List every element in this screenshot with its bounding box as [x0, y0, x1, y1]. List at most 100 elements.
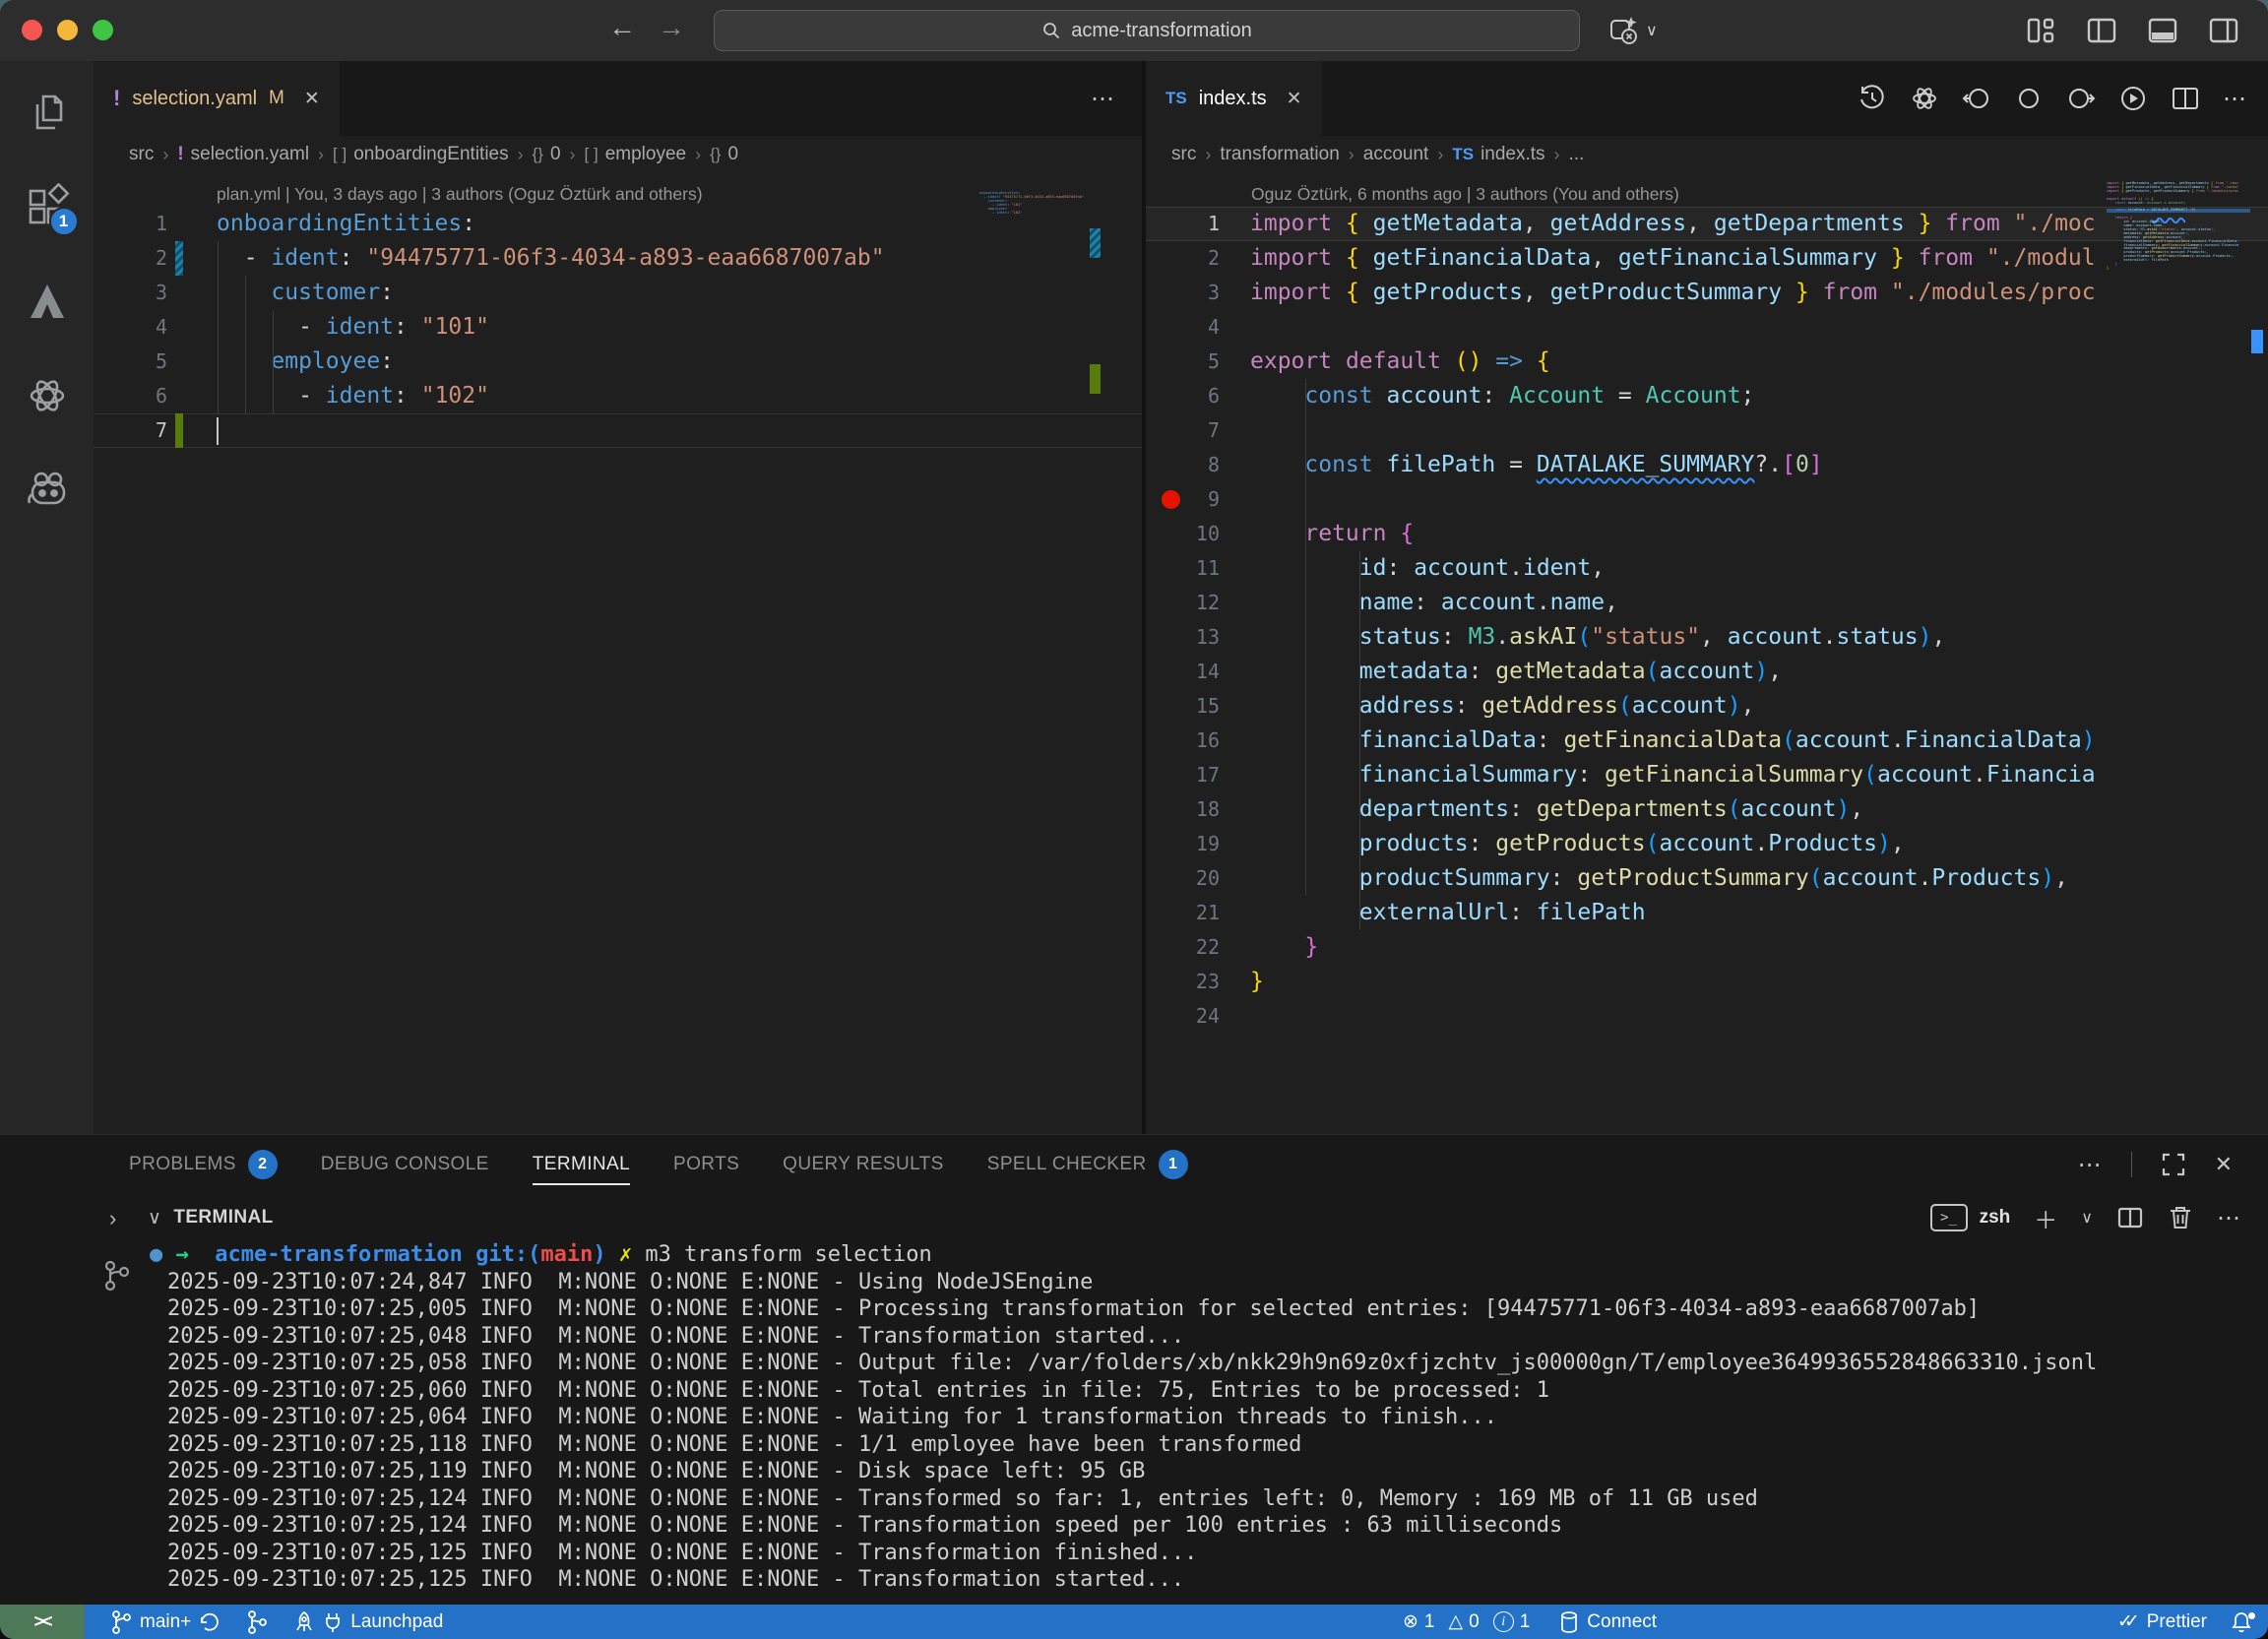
more-actions-icon[interactable]: ⋯: [1091, 85, 1116, 113]
breakpoint-icon[interactable]: [1162, 490, 1180, 509]
notifications-item[interactable]: [2231, 1610, 2252, 1634]
line-number[interactable]: 15: [1146, 689, 1220, 724]
new-terminal-icon[interactable]: ＋: [2034, 1201, 2057, 1235]
line-number[interactable]: 8: [1146, 448, 1220, 482]
panel-tab-problems[interactable]: PROBLEMS2: [129, 1135, 278, 1194]
line-number[interactable]: 7: [1146, 413, 1220, 448]
line-number[interactable]: 6: [94, 379, 167, 413]
line-number[interactable]: 4: [1146, 310, 1220, 345]
code-line[interactable]: 5export default () => {: [1146, 345, 2268, 379]
line-number[interactable]: 21: [1146, 896, 1220, 930]
panel-tab-query-results[interactable]: QUERY RESULTS: [783, 1135, 944, 1194]
breadcrumb-item[interactable]: {}0: [533, 144, 561, 165]
timeline-history-icon[interactable]: [1858, 84, 1887, 113]
panel-tab-spell-checker[interactable]: SPELL CHECKER1: [987, 1135, 1188, 1194]
code-line[interactable]: 7: [94, 413, 1142, 448]
toggle-panel-icon[interactable]: [2146, 14, 2179, 47]
line-number[interactable]: 6: [1146, 379, 1220, 413]
line-number[interactable]: 9: [1146, 482, 1220, 517]
close-panel-icon[interactable]: ✕: [2215, 1152, 2233, 1177]
line-number[interactable]: 14: [1146, 655, 1220, 689]
code-line[interactable]: 3 customer:: [94, 276, 1142, 310]
remote-indicator[interactable]: ><: [0, 1605, 85, 1639]
customize-layout-icon[interactable]: [2024, 14, 2057, 47]
close-tab-icon[interactable]: ✕: [1287, 88, 1302, 110]
step-back-icon[interactable]: [1962, 84, 1991, 113]
line-number[interactable]: 1: [94, 207, 167, 241]
formatter-item[interactable]: ✓✓ Prettier: [2117, 1610, 2207, 1633]
code-line[interactable]: 4: [1146, 310, 2268, 345]
panel-tab-debug-console[interactable]: DEBUG CONSOLE: [321, 1135, 489, 1194]
kill-terminal-icon[interactable]: [2168, 1204, 2193, 1231]
code-line[interactable]: 23}: [1146, 965, 2268, 999]
breadcrumb-item[interactable]: src: [129, 144, 154, 165]
minimap[interactable]: import { getMetadata, getAddress, getDep…: [2107, 182, 2250, 275]
navigate-forward-icon[interactable]: →: [658, 12, 685, 43]
code-line[interactable]: 4 - ident: "101": [94, 310, 1142, 345]
line-number[interactable]: 3: [1146, 276, 1220, 310]
breadcrumb-item[interactable]: src: [1171, 144, 1196, 165]
line-number[interactable]: 3: [94, 276, 167, 310]
more-actions-icon[interactable]: ⋯: [2223, 85, 2248, 113]
code-line[interactable]: 1import { getMetadata, getAddress, getDe…: [1146, 207, 2268, 241]
line-number[interactable]: 24: [1146, 999, 1220, 1034]
code-line[interactable]: 11 id: account.ident,: [1146, 551, 2268, 586]
breadcrumb-item[interactable]: ...: [1569, 144, 1585, 165]
minimap[interactable]: onboardingEntities: - ident: "94475771-0…: [979, 192, 1088, 219]
openai-icon[interactable]: [24, 372, 71, 419]
terminal-more-icon[interactable]: ⋯: [2217, 1204, 2242, 1232]
code-line[interactable]: 13 status: M3.askAI("status", account.st…: [1146, 620, 2268, 655]
terminal-output[interactable]: ● → acme-transformation git:(main) ✗ m3 …: [139, 1241, 2258, 1605]
copilot-menu[interactable]: ∨: [1606, 14, 1658, 47]
minimize-window-button[interactable]: [57, 20, 78, 40]
line-number[interactable]: 17: [1146, 758, 1220, 792]
line-number[interactable]: 20: [1146, 861, 1220, 896]
terminal-dropdown-icon[interactable]: ∨: [2081, 1208, 2093, 1228]
code-line[interactable]: 6 const account: Account = Account;: [1146, 379, 2268, 413]
split-terminal-icon[interactable]: [2116, 1204, 2144, 1231]
connect-item[interactable]: Connect: [1559, 1610, 1657, 1634]
line-number[interactable]: 2: [94, 241, 167, 276]
source-control-graph-item[interactable]: [246, 1609, 268, 1635]
close-tab-icon[interactable]: ✕: [304, 88, 320, 110]
code-line[interactable]: 10 return {: [1146, 517, 2268, 551]
breadcrumb-item[interactable]: [ ]employee: [585, 144, 687, 165]
line-number[interactable]: 22: [1146, 930, 1220, 965]
line-number[interactable]: 2: [1146, 241, 1220, 276]
ai-chat-icon[interactable]: [1910, 84, 1939, 113]
navigate-back-icon[interactable]: ←: [608, 12, 636, 43]
code-line[interactable]: 8 const filePath = DATALAKE_SUMMARY?.[0]: [1146, 448, 2268, 482]
line-number[interactable]: 11: [1146, 551, 1220, 586]
panel-more-actions-icon[interactable]: ⋯: [2078, 1151, 2104, 1179]
code-line[interactable]: 6 - ident: "102": [94, 379, 1142, 413]
breadcrumb-item[interactable]: [ ]onboardingEntities: [333, 144, 509, 165]
code-line[interactable]: 17 financialSummary: getFinancialSummary…: [1146, 758, 2268, 792]
code-line[interactable]: 15 address: getAddress(account),: [1146, 689, 2268, 724]
code-line[interactable]: 2 - ident: "94475771-06f3-4034-a893-eaa6…: [94, 241, 1142, 276]
breadcrumb-item[interactable]: transformation: [1220, 144, 1339, 165]
extensions-icon[interactable]: 1: [24, 183, 71, 230]
code-line[interactable]: 24: [1146, 999, 2268, 1034]
git-graph-icon[interactable]: [101, 1259, 131, 1292]
code-line[interactable]: 21 externalUrl: filePath: [1146, 896, 2268, 930]
codelens[interactable]: Oguz Öztürk, 6 months ago | 3 authors (Y…: [1146, 173, 2268, 207]
line-number[interactable]: 12: [1146, 586, 1220, 620]
tab-selection-yaml[interactable]: ! selection.yaml M ✕: [94, 61, 340, 136]
command-center-search[interactable]: acme-transformation: [714, 10, 1580, 51]
code-line[interactable]: 3import { getProducts, getProductSummary…: [1146, 276, 2268, 310]
code-line[interactable]: 18 departments: getDepartments(account),: [1146, 792, 2268, 827]
breadcrumb-item[interactable]: account: [1363, 144, 1429, 165]
typescript-editor[interactable]: 1import { getMetadata, getAddress, getDe…: [1146, 207, 2268, 1034]
line-number[interactable]: 5: [1146, 345, 1220, 379]
code-line[interactable]: 20 productSummary: getProductSummary(acc…: [1146, 861, 2268, 896]
panel-tab-ports[interactable]: PORTS: [673, 1135, 739, 1194]
code-line[interactable]: 5 employee:: [94, 345, 1142, 379]
breadcrumb-item[interactable]: {}0: [710, 144, 738, 165]
chevron-down-icon[interactable]: ∨: [148, 1207, 161, 1229]
code-line[interactable]: 2import { getFinancialData, getFinancial…: [1146, 241, 2268, 276]
line-number[interactable]: 18: [1146, 792, 1220, 827]
code-line[interactable]: 12 name: account.name,: [1146, 586, 2268, 620]
code-line[interactable]: 7: [1146, 413, 2268, 448]
line-number[interactable]: 1: [1146, 207, 1220, 241]
breadcrumb-item[interactable]: TSindex.ts: [1452, 144, 1544, 165]
